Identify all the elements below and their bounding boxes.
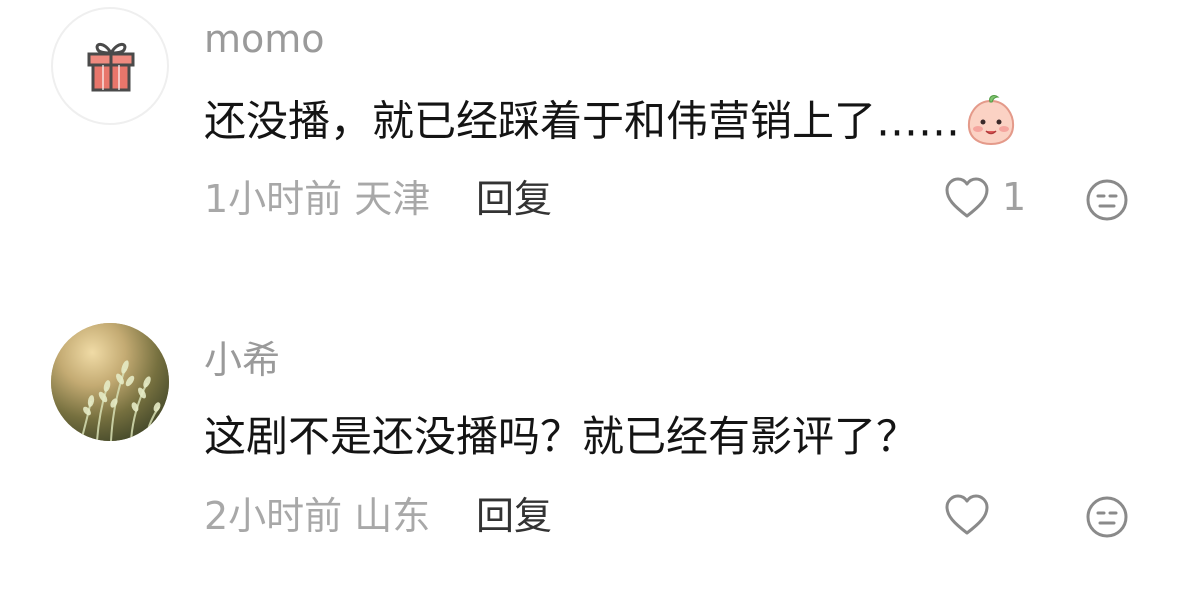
username[interactable]: momo xyxy=(204,20,325,58)
avatar[interactable] xyxy=(51,7,169,125)
reply-button[interactable]: 回复 xyxy=(476,180,552,218)
comment-text: 这剧不是还没播吗？就已经有影评了？ xyxy=(204,412,919,461)
comment-meta: 1小时前 天津 回复 xyxy=(204,177,552,221)
grass-photo-avatar-icon xyxy=(51,323,169,441)
username[interactable]: 小希 xyxy=(204,341,280,379)
heart-icon xyxy=(945,494,989,535)
avatar[interactable] xyxy=(51,323,169,441)
reply-button[interactable]: 回复 xyxy=(476,497,552,535)
peach-smile-emoji-icon xyxy=(968,95,1015,146)
comment-item: 小希 这剧不是还没播吗？就已经有影评了？ 2小时前 山东 回复 xyxy=(0,305,1200,609)
gift-icon xyxy=(87,42,135,92)
comment-text: 还没播，就已经踩着于和伟营销上了…… xyxy=(204,95,1018,151)
like-count: 1 xyxy=(1002,175,1027,219)
heart-icon xyxy=(945,177,989,218)
comment-meta: 2小时前 山东 回复 xyxy=(204,494,552,538)
dislike-face-icon[interactable] xyxy=(1085,178,1129,222)
timestamp: 2小时前 xyxy=(204,494,343,538)
comment-item: momo 还没播，就已经踩着于和伟营销上了…… 1小时前 天津 回复 1 xyxy=(0,0,1200,300)
dislike-face-icon[interactable] xyxy=(1085,495,1129,539)
location: 山东 xyxy=(354,494,431,538)
comment-body: 还没播，就已经踩着于和伟营销上了…… xyxy=(204,96,961,146)
location: 天津 xyxy=(354,177,431,221)
timestamp: 1小时前 xyxy=(204,177,343,221)
